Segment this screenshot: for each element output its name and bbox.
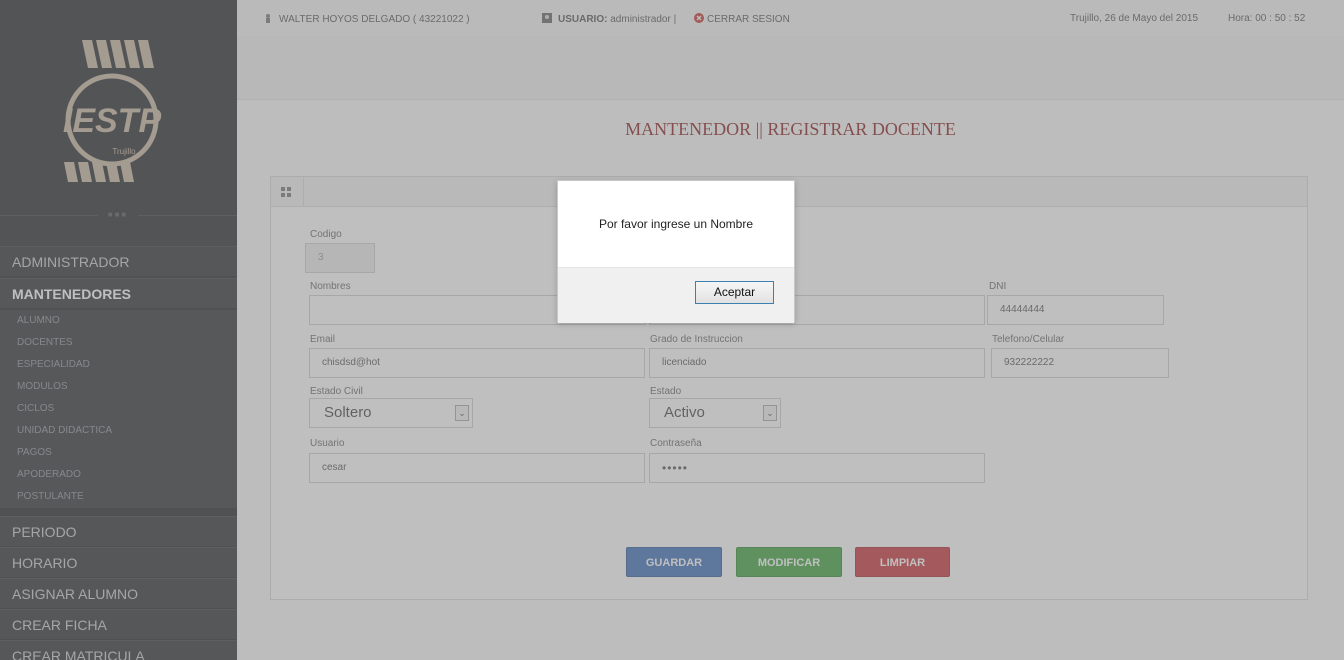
dialog-message: Por favor ingrese un Nombre	[598, 217, 754, 231]
aceptar-button[interactable]: Aceptar	[695, 281, 774, 304]
modal-overlay	[0, 0, 1344, 660]
alert-dialog: Por favor ingrese un Nombre Aceptar	[557, 180, 795, 323]
dialog-footer: Aceptar	[558, 267, 794, 323]
